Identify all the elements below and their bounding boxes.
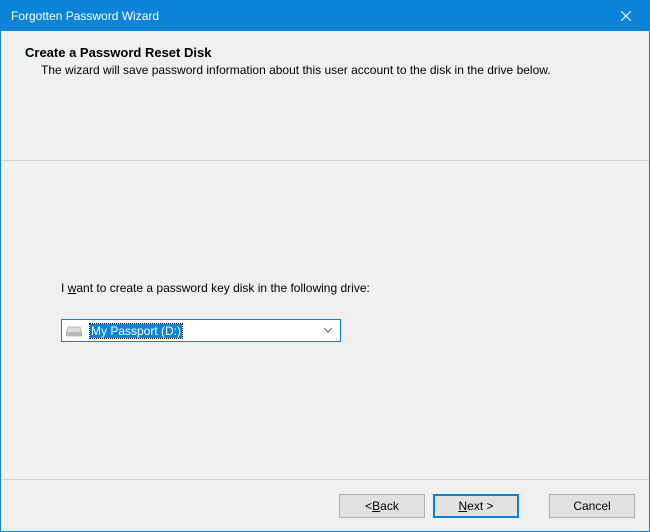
wizard-heading: Create a Password Reset Disk <box>25 45 625 60</box>
drive-selected-value: My Passport (D:) <box>88 323 320 339</box>
cancel-button[interactable]: Cancel <box>549 494 635 518</box>
drive-select[interactable]: My Passport (D:) <box>61 319 341 342</box>
prompt-suffix: ant to create a password key disk in the… <box>76 281 369 295</box>
wizard-window: Forgotten Password Wizard Create a Passw… <box>0 0 650 532</box>
close-icon <box>621 11 631 21</box>
wizard-description: The wizard will save password informatio… <box>25 62 625 78</box>
wizard-header: Create a Password Reset Disk The wizard … <box>1 31 649 161</box>
titlebar: Forgotten Password Wizard <box>1 1 649 31</box>
wizard-footer: < Back Next > Cancel <box>1 479 649 531</box>
prompt-prefix: I <box>61 281 68 295</box>
wizard-body: I want to create a password key disk in … <box>1 161 649 479</box>
back-button[interactable]: < Back <box>339 494 425 518</box>
window-title: Forgotten Password Wizard <box>11 9 159 23</box>
drive-icon <box>66 325 82 337</box>
close-button[interactable] <box>603 1 649 31</box>
next-button[interactable]: Next > <box>433 494 519 518</box>
chevron-down-icon <box>320 328 336 333</box>
drive-prompt: I want to create a password key disk in … <box>61 281 589 295</box>
